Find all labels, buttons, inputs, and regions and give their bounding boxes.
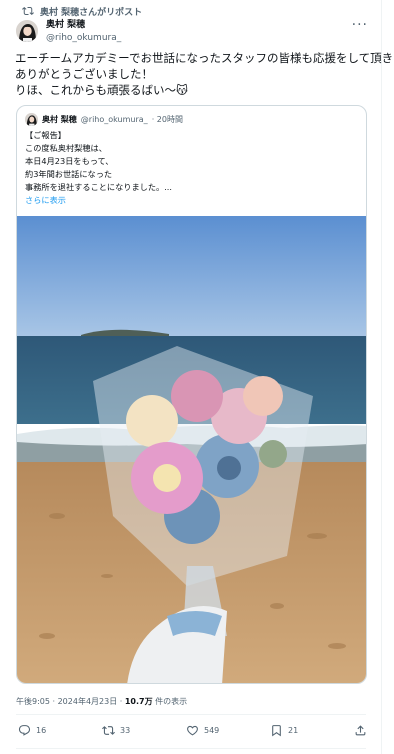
quoted-text-line: 約3年間お世話になった: [25, 169, 113, 179]
tweet-detail: 奥村 梨穂さんがリポスト 奥村 梨穂 @riho_okumura_ ··· エー…: [0, 0, 394, 754]
author-name[interactable]: 奥村 梨穂: [46, 19, 121, 31]
quoted-author-handle: @riho_okumura_: [80, 115, 148, 124]
quoted-author-name: 奥村 梨穂: [42, 115, 77, 124]
quoted-avatar: [25, 113, 38, 126]
show-more-link[interactable]: さらに表示: [25, 194, 172, 207]
tweet-text-line: ありがとうございました！: [15, 67, 153, 81]
quoted-text-line: 本日4月23日をもって、: [25, 156, 114, 166]
bouquet-beach-photo[interactable]: [17, 216, 367, 684]
tweet-text: エーチームアカデミーでお世話になったスタッフの皆様も応援をして頂き ありがとうご…: [15, 50, 394, 98]
reply-count: 16: [36, 726, 47, 735]
quoted-timestamp: · 20時間: [151, 115, 183, 124]
quoted-tweet-text: 【ご報告】 この度私奥村梨穂は、 本日4月23日をもって、 約3年間お世話になっ…: [25, 129, 172, 207]
like-count: 549: [204, 726, 220, 735]
heart-icon: [187, 725, 198, 736]
reply-icon: [18, 725, 31, 736]
like-button[interactable]: 549: [186, 724, 219, 737]
share-icon: [355, 725, 366, 736]
tweet-text-line: エーチームアカデミーでお世話になったスタッフの皆様も応援をして頂き: [15, 51, 394, 65]
column-border: [381, 0, 382, 754]
bookmark-icon: [272, 725, 281, 737]
action-bar: 16 33 549 21: [16, 724, 370, 742]
tweet-text-line: りほ、これからも頑張るばい〜😽: [15, 83, 188, 97]
quoted-text-line: 【ご報告】: [25, 130, 66, 140]
reply-button[interactable]: 16: [18, 724, 46, 737]
quoted-avatar-image: [25, 113, 38, 126]
author-avatar[interactable]: [16, 20, 38, 42]
author-block: 奥村 梨穂 @riho_okumura_: [46, 19, 121, 44]
quoted-text-line: この度私奥村梨穂は、: [25, 143, 107, 153]
view-count-label: 件の表示: [152, 697, 188, 706]
author-handle[interactable]: @riho_okumura_: [46, 32, 121, 44]
view-count: 10.7万: [124, 697, 153, 706]
more-options-button[interactable]: ···: [352, 17, 368, 33]
quoted-tweet-header: 奥村 梨穂 @riho_okumura_ · 20時間: [25, 113, 183, 126]
repost-icon: [22, 6, 34, 16]
repost-icon: [102, 726, 115, 735]
avatar-image: [16, 20, 38, 42]
tweet-meta: 午後9:05 · 2024年4月23日 · 10.7万 件の表示: [16, 696, 187, 707]
repost-indicator[interactable]: 奥村 梨穂さんがリポスト: [22, 4, 142, 18]
repost-button[interactable]: 33: [102, 724, 130, 737]
divider: [16, 714, 366, 715]
bookmark-count: 21: [288, 726, 299, 735]
share-button[interactable]: [354, 724, 367, 737]
bookmark-button[interactable]: 21: [270, 724, 298, 737]
quoted-tweet-card[interactable]: 奥村 梨穂 @riho_okumura_ · 20時間 【ご報告】 この度私奥村…: [16, 105, 367, 684]
quoted-text-line: 事務所を退社することになりました。...: [25, 182, 172, 192]
repost-count: 33: [120, 726, 131, 735]
tweet-timestamp[interactable]: 午後9:05 · 2024年4月23日 ·: [16, 697, 125, 706]
repost-text: 奥村 梨穂さんがリポスト: [40, 7, 143, 18]
divider: [16, 748, 366, 749]
